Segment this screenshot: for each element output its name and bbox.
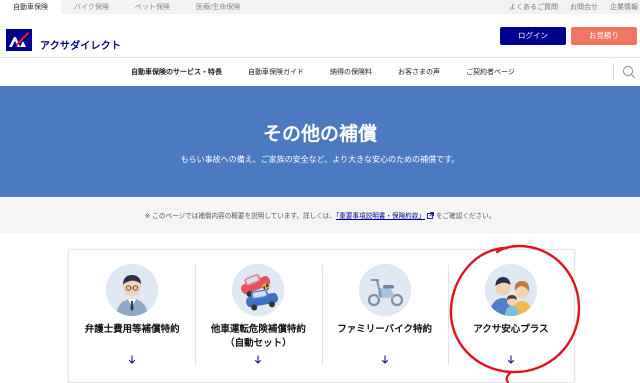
nav-item-reviews[interactable]: お客さまの声 — [385, 58, 453, 86]
card-title: アクサ安心プラス — [448, 323, 574, 337]
down-arrow-icon — [381, 355, 388, 364]
scooter-illustration-icon — [358, 264, 411, 316]
card-title-line1: ファミリーバイク特約 — [337, 324, 432, 335]
company-info-link[interactable]: 企業情報 — [610, 0, 638, 14]
tab-bike-insurance[interactable]: バイク保険 — [61, 0, 122, 14]
page-title: その他の補償 — [262, 123, 377, 145]
tab-medical-life-insurance[interactable]: 医療/生命保険 — [183, 0, 253, 14]
lawyer-illustration-icon — [106, 264, 159, 316]
page-subtitle: もらい事故への備え、ご家族の安全など、より大きな安心のための補償です。 — [180, 155, 460, 164]
card-title: 他車運転危険補償特約 （自動セット） — [195, 323, 321, 351]
down-arrow-icon — [255, 355, 262, 364]
down-arrow-icon — [507, 355, 515, 364]
external-link-icon — [427, 212, 434, 219]
top-bar: 自動車保険 バイク保険 ペット保険 医療/生命保険 よくあるご質問 お問合せ 企… — [0, 0, 640, 14]
card-title-line1: 弁護士費用等補償特約 — [84, 324, 180, 335]
note-prefix: ※ このページでは補償内容の概要を説明しています。詳しくは、 — [144, 212, 336, 220]
axa-logo-icon[interactable] — [6, 29, 32, 51]
down-arrow-icon — [128, 355, 136, 364]
card-family-bike[interactable]: ファミリーバイク特約 — [321, 250, 448, 382]
card-title-line1: アクサ安心プラス — [473, 324, 549, 335]
nav-item-policyholder[interactable]: ご契約者ページ — [453, 58, 528, 86]
tab-pet-insurance[interactable]: ペット保険 — [122, 0, 183, 14]
card-title-line2: （自動セット） — [225, 338, 292, 349]
contact-link[interactable]: お問合せ — [570, 0, 598, 14]
card-axa-anshin-plus[interactable]: アクサ安心プラス — [447, 250, 574, 382]
utility-links: よくあるご質問 お問合せ 企業情報 — [509, 0, 640, 14]
family-illustration-icon — [484, 264, 537, 316]
card-title-line1: 他車運転危険補償特約 — [210, 324, 306, 335]
brand-name[interactable]: アクサダイレクト — [40, 37, 121, 52]
tab-car-insurance[interactable]: 自動車保険 — [0, 0, 61, 14]
hero-banner: その他の補償 もらい事故への備え、ご家族の安全など、より大きな安心のための補償で… — [0, 86, 640, 197]
quote-button[interactable]: お見積り — [571, 27, 637, 45]
nav-item-services[interactable]: 自動車保険のサービス・特長 — [118, 58, 235, 86]
login-button[interactable]: ログイン — [500, 27, 566, 45]
note-band: ※ このページでは補償内容の概要を説明しています。詳しくは、「重要事項説明書・保… — [0, 197, 640, 233]
cars-illustration-icon — [232, 264, 285, 316]
card-title: ファミリーバイク特約 — [322, 323, 448, 337]
nav-item-premium[interactable]: 納得の保険料 — [317, 58, 385, 86]
disclaimer-note: ※ このページでは補償内容の概要を説明しています。詳しくは、「重要事項説明書・保… — [0, 210, 640, 220]
card-other-car-driving[interactable]: 他車運転危険補償特約 （自動セット） — [195, 250, 321, 382]
nav-divider — [613, 63, 614, 80]
coverage-cards: 弁護士費用等補償特約 他車運転危険補償特約 （自動セット） ファミリーバイク特約… — [68, 249, 575, 383]
faq-link[interactable]: よくあるご質問 — [509, 0, 558, 14]
product-tabs: 自動車保険 バイク保険 ペット保険 医療/生命保険 — [0, 0, 253, 14]
terms-link[interactable]: 「重要事項説明書・保険約款」 — [336, 212, 425, 220]
card-title: 弁護士費用等補償特約 — [69, 323, 195, 337]
global-nav: 自動車保険のサービス・特長 自動車保険ガイド 納得の保険料 お客さまの声 ご契約… — [0, 57, 640, 85]
search-icon[interactable] — [622, 65, 636, 79]
global-nav-items: 自動車保険のサービス・特長 自動車保険ガイド 納得の保険料 お客さまの声 ご契約… — [118, 58, 528, 86]
nav-item-guide[interactable]: 自動車保険ガイド — [235, 58, 317, 86]
note-suffix: をご確認ください。 — [435, 212, 496, 220]
card-legal-expenses[interactable]: 弁護士費用等補償特約 — [69, 250, 195, 382]
